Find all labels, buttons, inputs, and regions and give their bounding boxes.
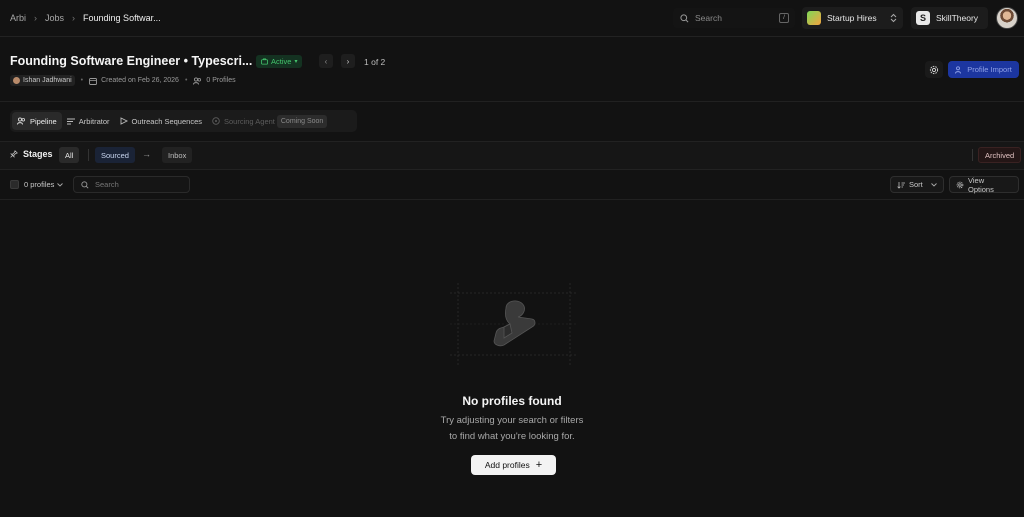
stage-sourced[interactable]: Sourced [95,147,135,163]
tab-outreach-sequences[interactable]: Outreach Sequences [115,112,207,130]
view-options-label: View Options [968,175,994,194]
chevron-up-down-icon [890,13,897,23]
plus-icon: + [535,459,543,471]
breadcrumb-arbi[interactable]: Arbi [10,13,26,23]
sort-button[interactable]: Sort [890,176,944,193]
workspace-switcher[interactable]: S SkillTheory [911,7,988,29]
tab-pipeline[interactable]: Pipeline [12,112,62,130]
tab-sourcing-agent-label: Sourcing Agent [224,116,275,126]
previous-job-button[interactable]: ‹ [319,54,333,68]
empty-state-message: Try adjusting your search or filters to … [0,413,1024,445]
view-tabs: Pipeline Arbitrator Outreach Sequences S… [10,110,357,132]
tab-arbitrator-label: Arbitrator [78,116,110,126]
add-profiles-button[interactable]: Add profiles + [471,455,556,475]
owner-avatar [13,77,20,84]
empty-state-illustration [450,283,578,365]
tab-pipeline-label: Pipeline [30,116,57,126]
chevron-down-icon [57,182,64,187]
user-avatar[interactable] [996,7,1018,29]
stages-label: Stages [23,149,53,159]
send-icon [120,117,132,125]
gear-icon [929,65,939,75]
arrow-right-icon: → [142,149,151,159]
chevron-right-icon: › [72,13,76,23]
profile-search[interactable]: Search [73,176,190,193]
global-search-input[interactable]: Search [695,13,722,23]
chevron-down-icon [931,182,937,187]
profiles-count-label: 0 profiles [24,180,55,189]
stage-archived[interactable]: Archived [978,147,1022,163]
divider [0,199,1024,200]
add-profiles-label: Add profiles [484,460,530,470]
owner-name: Ishan Jadhwani [23,77,72,84]
view-options-button[interactable]: View Options [949,175,1019,194]
profiles-count: 0 Profiles [206,77,236,84]
select-all-checkbox[interactable] [10,180,19,189]
chevron-down-icon: ▾ [294,59,298,65]
profile-search-input[interactable]: Search [95,180,119,189]
calendar-icon [89,77,98,85]
pin-icon [10,150,18,158]
sort-label: Sort [909,180,923,189]
sort-icon [897,181,905,189]
empty-state-title: No profiles found [462,394,562,408]
org-name: Startup Hires [827,13,877,23]
org-logo [807,11,821,25]
chevron-right-icon: › [34,13,38,23]
empty-state-line-2: to find what you're looking for. [449,431,575,442]
list-filter-icon [66,118,79,125]
coming-soon-badge: Coming Soon [276,114,328,128]
briefcase-icon [261,58,268,65]
profile-import-button[interactable]: Profile Import [948,61,1019,78]
settings-button[interactable] [925,61,943,78]
created-date: Created on Feb 26, 2026 [101,77,179,84]
stages-heading: Stages [10,149,53,159]
job-meta: Ishan Jadhwani • Created on Feb 26, 2026… [10,75,236,86]
workspace-name: SkillTheory [936,13,979,23]
separator-dot: • [184,77,188,84]
breadcrumb-current-job: Founding Softwar... [83,13,161,23]
settings-icon [956,181,964,189]
users-icon [193,76,202,85]
divider [88,149,89,161]
org-switcher[interactable]: Startup Hires [802,7,903,29]
breadcrumb: Arbi › Jobs › Founding Softwar... [10,13,161,23]
profile-import-label: Profile Import [967,65,1012,74]
search-icon [680,13,689,23]
divider [0,101,1024,102]
profiles-count-dropdown[interactable]: 0 profiles [24,180,64,189]
chevron-right-icon: › [346,56,350,66]
tab-outreach-sequences-label: Outreach Sequences [131,116,202,126]
stage-inbox[interactable]: Inbox [162,147,193,163]
page-title: Founding Software Engineer • Typescri... [10,54,253,68]
owner-chip[interactable]: Ishan Jadhwani [10,75,75,86]
status-badge[interactable]: Active ▾ [256,55,303,68]
shortcut-key: / [779,13,789,23]
divider [972,149,973,161]
stages-bar [0,141,1024,170]
next-job-button[interactable]: › [341,54,355,68]
users-icon [17,117,30,125]
tab-sourcing-agent: Sourcing Agent Coming Soon [207,112,332,130]
chevron-left-icon: ‹ [324,56,328,66]
workspace-logo: S [916,11,930,25]
stage-filter-all[interactable]: All [59,147,80,163]
job-counter: 1 of 2 [364,57,386,67]
tab-arbitrator[interactable]: Arbitrator [62,112,115,130]
search-icon [81,180,89,189]
breadcrumb-jobs[interactable]: Jobs [45,13,64,23]
empty-state-line-1: Try adjusting your search or filters [440,415,584,426]
global-search[interactable]: Search / [673,8,795,28]
separator-dot: • [80,77,84,84]
user-plus-icon [955,65,963,74]
target-icon [212,117,224,125]
status-label: Active [271,57,292,66]
